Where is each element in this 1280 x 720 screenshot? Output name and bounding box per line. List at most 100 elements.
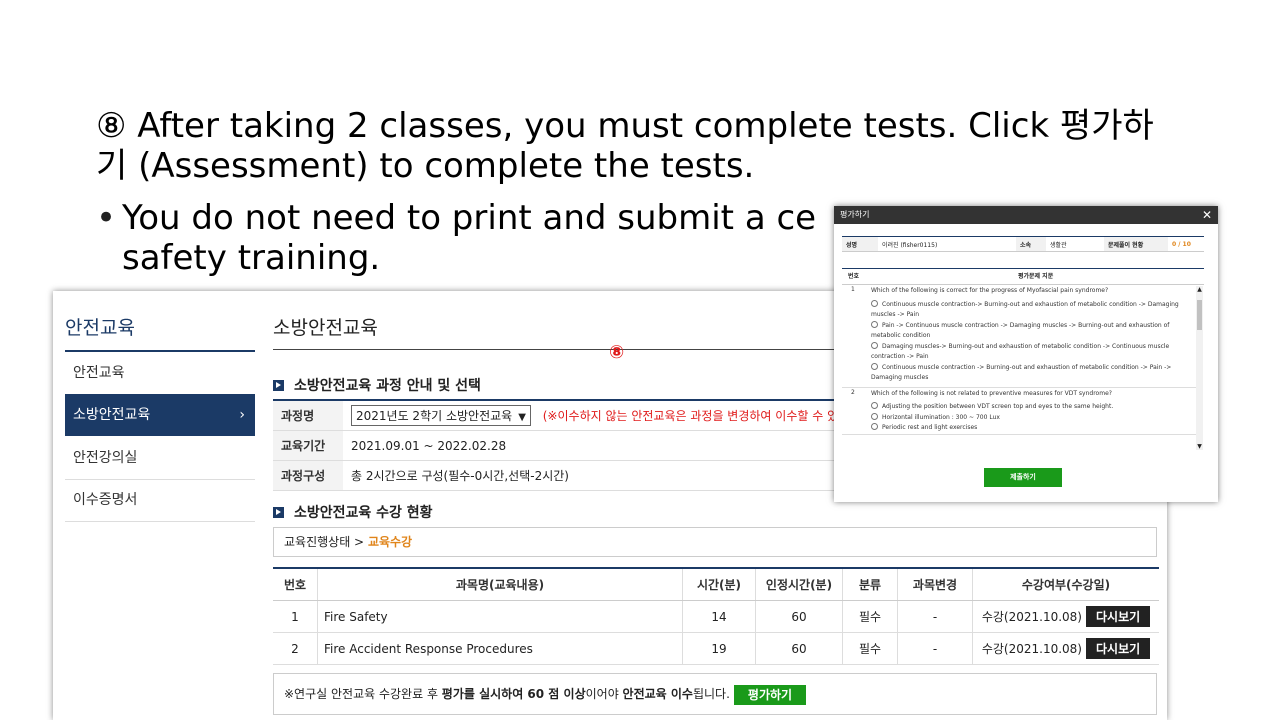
scrollbar[interactable]: ▲ ▼ [1196,286,1203,450]
assessment-popup: 평가하기 ✕ 성명 이려진 (fisher0115) 소속 생활관 문제풀이 현… [834,206,1218,502]
cell-change: - [897,600,973,633]
cell-time: 19 [682,632,756,665]
sidebar-item-label: 이수증명서 [73,492,138,508]
table-header-row: 번호 과목명(교육내용) 시간(분) 인정시간(분) 분류 과목변경 수강여부(… [273,567,1159,601]
chevron-right-icon: › [239,407,245,423]
answer-option[interactable]: Pain -> Continuous muscle contraction ->… [871,320,1196,342]
chevron-down-icon: ▼ [518,412,526,423]
composition-label: 과정구성 [273,460,343,491]
column-header: 분류 [842,567,898,601]
status-text: 수강(2021.10.08) [981,642,1082,656]
sidebar-item-lecture-room[interactable]: 안전강의실 [65,437,255,480]
cell-course-name: Fire Safety [317,600,683,633]
option-label: Periodic rest and light exercises [882,424,978,431]
course-note: (※이수하지 않는 안전교육은 과정을 변경하여 이수할 수 있 [542,409,839,423]
column-header: 수강여부(수강일) [972,567,1159,601]
answer-option[interactable]: Continuous muscle contraction -> Burning… [871,362,1196,387]
name-value: 이려진 (fisher0115) [878,236,1016,252]
status-text: 수강(2021.10.08) [981,610,1082,624]
chevron-up-icon[interactable]: ▲ [1196,286,1203,293]
section-title-enrollment-status: 소방안전교육 수강 현황 [273,502,433,522]
option-label: Horizontal illumination : 300 ~ 700 Lux [882,413,1000,421]
question-number: 1 [851,286,855,293]
radio-icon[interactable] [871,362,878,370]
note-part: ※연구실 안전교육 수강완료 후 [284,687,442,701]
question-item: 1 Which of the following is correct for … [842,285,1196,388]
sidebar-item-label: 안전강의실 [73,450,138,466]
table-row: 1 Fire Safety 14 60 필수 - 수강(2021.10.08) 다… [273,600,1159,633]
slide-bullet-text-line2: safety training. [122,238,381,278]
course-label: 과정명 [273,399,343,431]
bullet-dot: • [96,198,117,238]
sidebar-item-label: 소방안전교육 [73,407,151,423]
answer-option[interactable]: Adjusting the position between VDT scree… [871,402,1196,413]
answer-option[interactable]: Damaging muscles-> Burning-out and exhau… [871,341,1196,363]
submit-button[interactable]: 제출하기 [984,468,1062,487]
column-header: 인정시간(분) [755,567,843,601]
answer-option[interactable]: Continuous muscle contraction-> Burning-… [871,299,1196,321]
radio-icon[interactable] [871,402,878,409]
course-select[interactable]: 2021년도 2학기 소방안전교육 ▼ [351,405,531,426]
progress-status-box: 교육진행상태 > 교육수강 [273,527,1157,557]
dept-label: 소속 [1016,236,1046,252]
column-header: 과목명(교육내용) [317,567,683,601]
table-row: 2 Fire Accident Response Procedures 19 6… [273,632,1159,665]
radio-icon[interactable] [871,341,878,349]
review-button[interactable]: 다시보기 [1085,638,1151,659]
column-header: 번호 [273,567,318,601]
answer-option[interactable]: Horizontal illumination : 300 ~ 700 Lux [871,412,1196,424]
sidebar-item-label: 안전교육 [73,365,125,381]
progress-value: 0 / 10 [1168,236,1204,252]
question-number: 2 [851,388,855,396]
radio-icon[interactable] [871,412,878,420]
name-label: 성명 [842,236,878,252]
section-title-text: 소방안전교육 과정 안내 및 선택 [294,378,481,394]
option-label: Pain -> Continuous muscle contraction ->… [871,321,1170,340]
step-marker: ⑧ [609,342,625,363]
assessment-button[interactable]: 평가하기 [733,684,807,705]
close-icon[interactable]: ✕ [1196,206,1212,224]
popup-header: 평가하기 ✕ [834,206,1218,224]
option-label: Continuous muscle contraction-> Burning-… [871,300,1179,319]
popup-title: 평가하기 [840,210,870,219]
chevron-down-icon[interactable]: ▼ [1196,443,1203,450]
column-header: 시간(분) [682,567,756,601]
question-text: Which of the following is correct for th… [871,287,1109,294]
cell-type: 필수 [842,632,898,665]
sidebar-item-fire-safety-education[interactable]: 소방안전교육 › [65,394,255,436]
cell-credit-time: 60 [755,600,843,633]
note-emphasis: 안전교육 이수 [622,687,693,701]
popup-info-table: 성명 이려진 (fisher0115) 소속 생활관 문제풀이 현황 0 / 1… [842,236,1204,252]
sidebar-item-certificate[interactable]: 이수증명서 [65,479,255,522]
course-table: 번호 과목명(교육내용) 시간(분) 인정시간(분) 분류 과목변경 수강여부(… [273,567,1159,665]
slide-step-text-line1: ⑧ After taking 2 classes, you must compl… [96,106,1154,146]
radio-icon[interactable] [871,320,878,328]
question-number-header: 번호 [848,273,860,280]
answer-option[interactable]: Periodic rest and light exercises [871,423,1196,434]
cell-no: 2 [273,632,318,665]
cell-change: - [897,632,973,665]
page-title: 소방안전교육 [273,317,378,339]
option-label: Adjusting the position between VDT scree… [882,403,1114,410]
completion-note: ※연구실 안전교육 수강완료 후 평가를 실시하여 60 점 이상이어야 안전교… [273,673,1157,715]
period-label: 교육기간 [273,430,343,461]
slide-step-text-line2: 기 (Assessment) to complete the tests. [96,146,755,186]
note-part: 됩니다. [692,687,730,701]
radio-icon[interactable] [871,299,878,307]
section-arrow-icon [273,380,284,391]
option-label: Damaging muscles-> Burning-out and exhau… [871,342,1170,361]
note-emphasis: 평가를 실시하여 60 점 이상 [441,687,586,701]
sidebar-title: 안전교육 [65,317,135,339]
question-list[interactable]: 1 Which of the following is correct for … [842,285,1196,448]
question-text: Which of the following is not related to… [871,389,1112,397]
option-label: Continuous muscle contraction -> Burning… [871,363,1172,382]
question-item: 2 Which of the following is not related … [842,388,1196,435]
cell-status: 수강(2021.10.08) 다시보기 [972,632,1159,665]
status-prefix: 교육진행상태 > [284,535,368,549]
progress-label: 문제풀이 현황 [1104,236,1168,252]
review-button[interactable]: 다시보기 [1085,606,1151,627]
scrollbar-thumb[interactable] [1197,300,1202,330]
question-header: 번호 평가문제 지문 [842,268,1204,285]
radio-icon[interactable] [871,423,878,430]
sidebar-item-safety-education[interactable]: 안전교육 [65,352,255,395]
